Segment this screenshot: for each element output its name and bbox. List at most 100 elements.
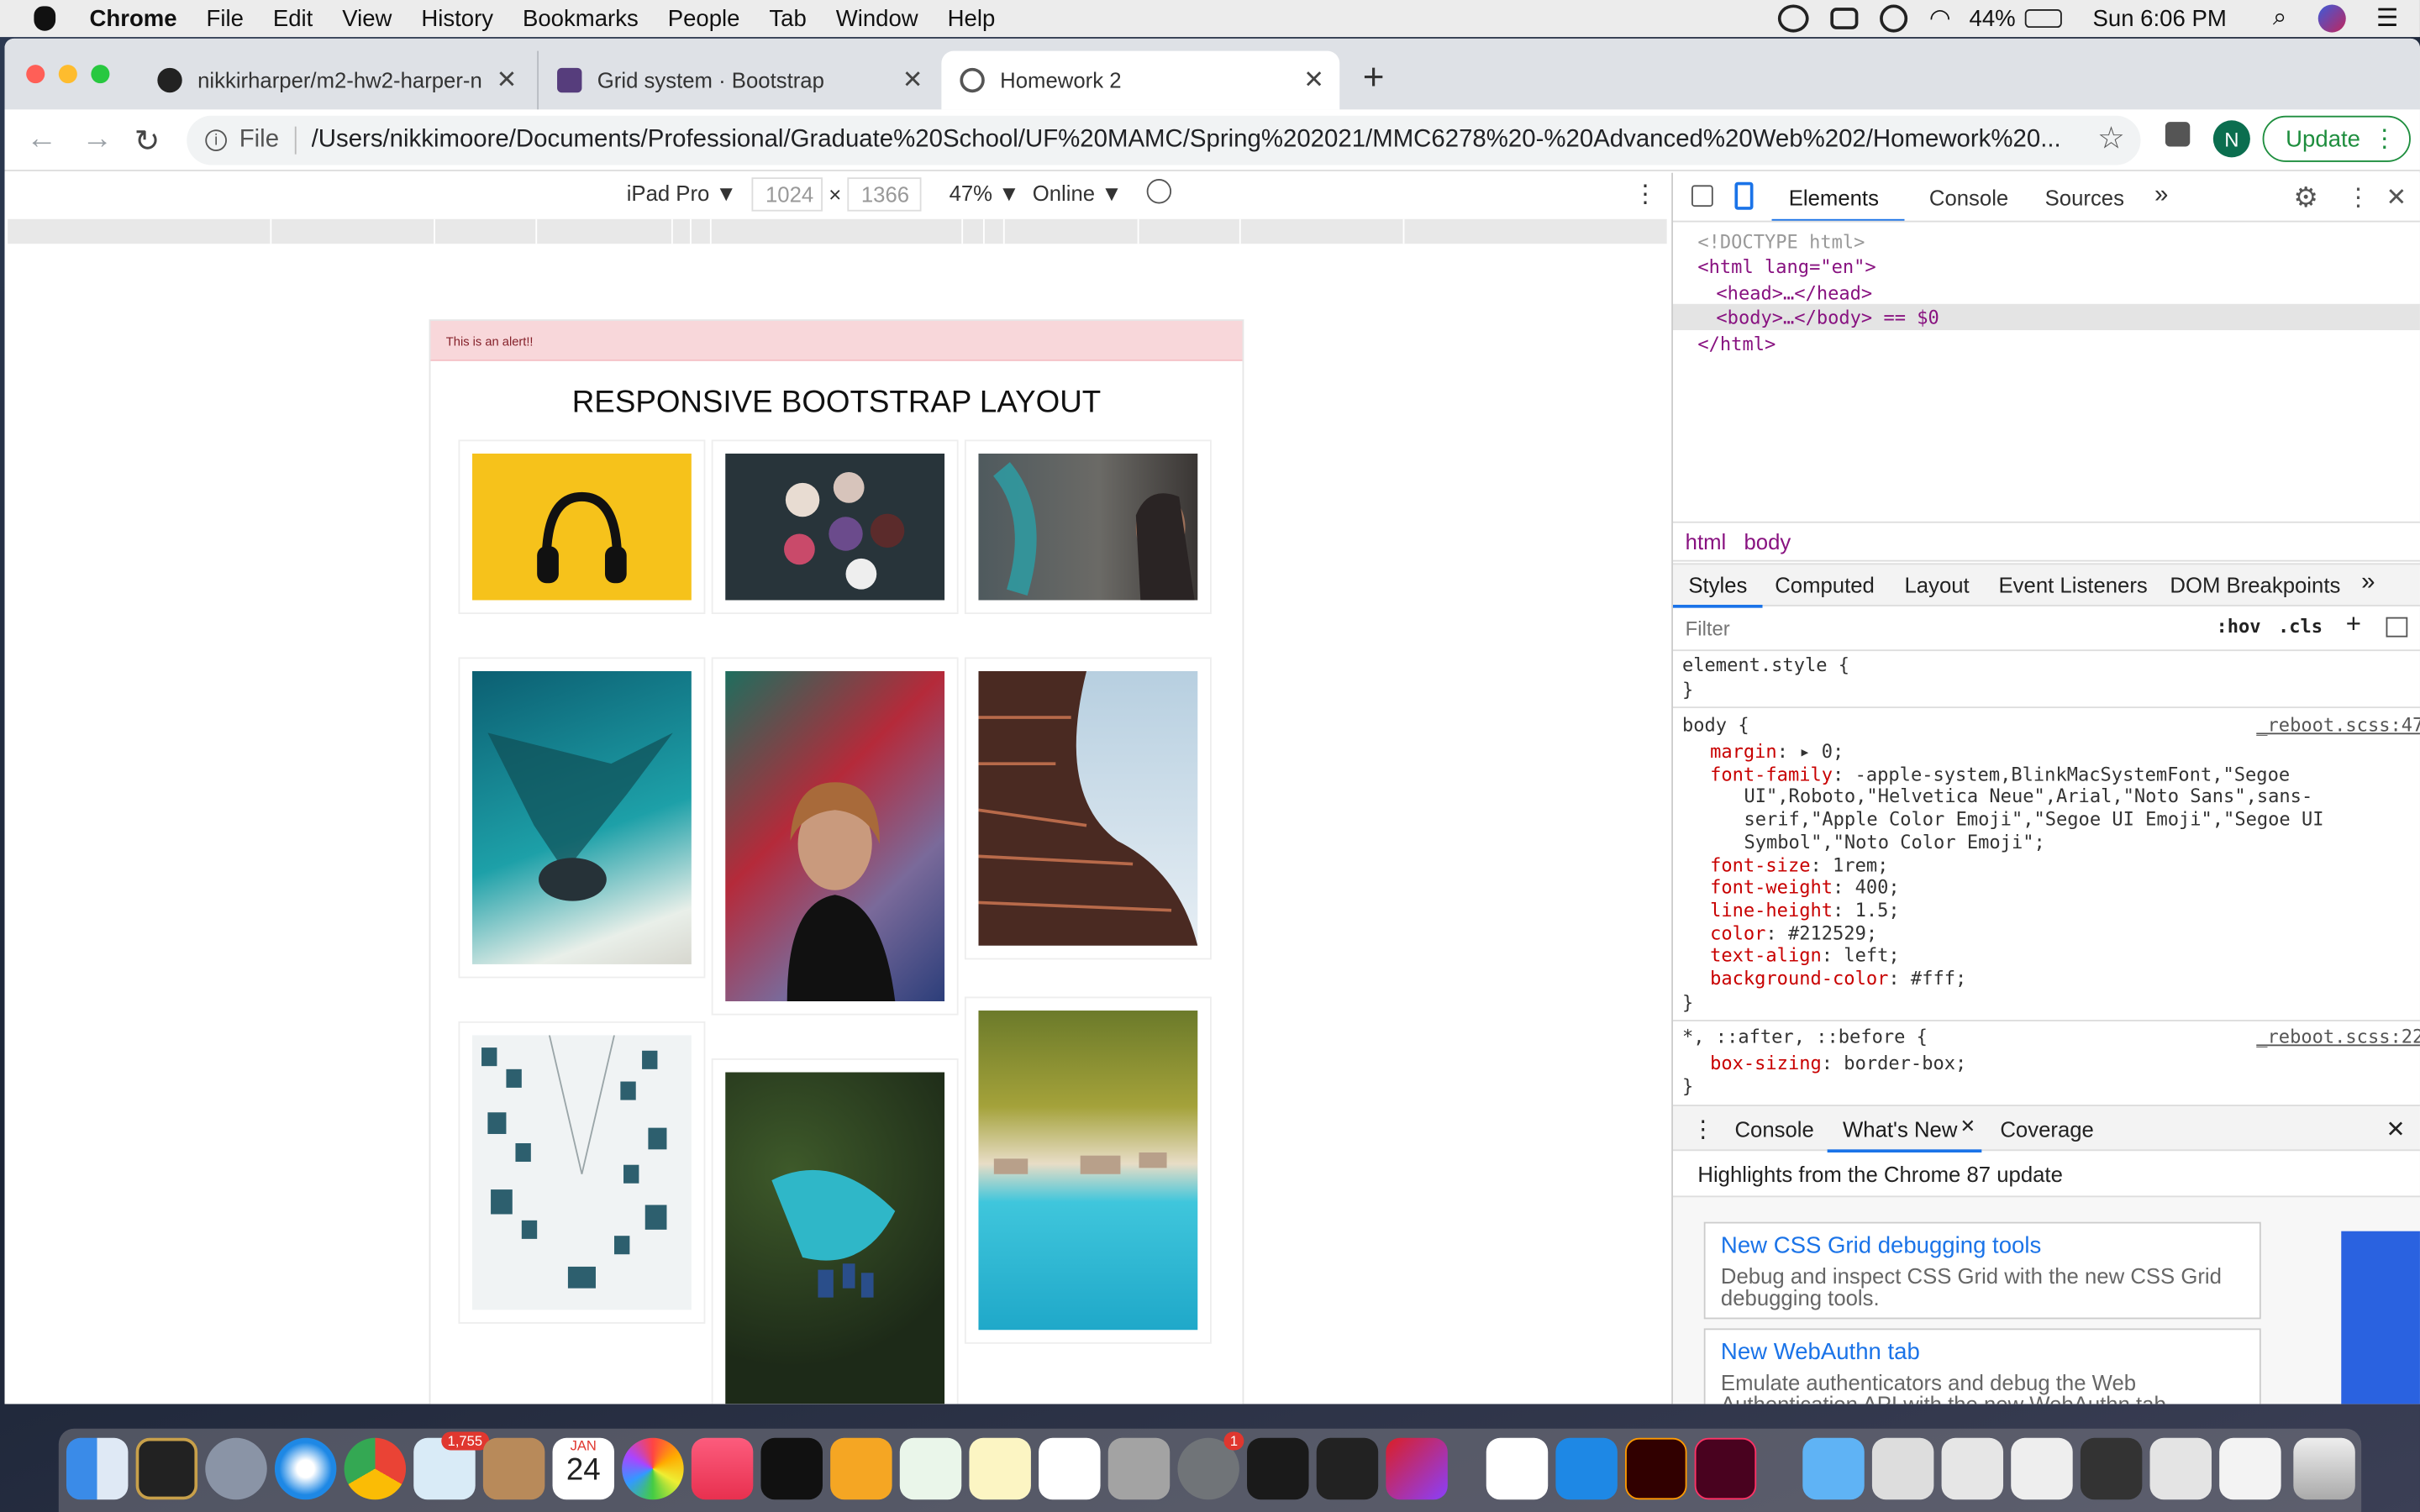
css-declaration[interactable]: margin: ▸ 0; xyxy=(1710,741,1844,763)
tab-elements[interactable]: Elements xyxy=(1789,185,1879,209)
battery-icon[interactable] xyxy=(2024,9,2062,29)
wifi-icon[interactable]: ◠ xyxy=(1929,3,1951,34)
drawer-tab-whats-new[interactable]: What's New xyxy=(1843,1117,1957,1142)
device-width-input[interactable]: 1024 xyxy=(751,177,823,212)
devtools-menu-icon[interactable]: ⋮ xyxy=(2346,182,2370,213)
airplay-icon[interactable] xyxy=(1830,8,1859,29)
css-declaration[interactable]: Symbol","Noto Color Emoji"; xyxy=(1744,832,2044,853)
menu-tab[interactable]: Tab xyxy=(769,5,806,31)
zoom-select[interactable]: 47% ▼ xyxy=(950,181,1020,205)
inspect-element-icon[interactable] xyxy=(1691,185,1713,207)
address-bar[interactable]: i File /Users/nikkimoore/Documents/Profe… xyxy=(187,115,2141,165)
notes-icon[interactable] xyxy=(969,1437,1031,1500)
universal-rule-selector[interactable]: *, ::after, ::before { xyxy=(1682,1026,1928,1047)
device-toolbar-toggle-icon[interactable] xyxy=(1734,181,1754,210)
css-declaration[interactable]: font-weight: 400; xyxy=(1710,877,1900,899)
box-sizing-declaration[interactable]: box-sizing: border-box; xyxy=(1710,1053,1966,1074)
kebab-menu-icon[interactable]: ⋮ xyxy=(2372,123,2396,155)
new-tab-icon[interactable]: + xyxy=(1363,57,1385,100)
breadcrumb-html[interactable]: html xyxy=(1686,529,1727,554)
tab-github[interactable]: nikkirharper/m2-hw2-harper-n ✕ xyxy=(139,51,532,110)
styles-filter-input[interactable] xyxy=(1679,611,2195,645)
dom-body[interactable]: <body>…</body> == $0 xyxy=(1716,307,1939,329)
illustrator-icon[interactable] xyxy=(1625,1437,1687,1500)
notification-center-icon[interactable]: ☰ xyxy=(2376,3,2398,34)
device-height-input[interactable]: 1366 xyxy=(847,177,922,212)
css-declaration[interactable]: serif,"Apple Color Emoji","Segoe UI Emoj… xyxy=(1744,809,2323,831)
hover-state-toggle[interactable]: :hov xyxy=(2217,616,2261,638)
music-icon[interactable] xyxy=(691,1437,754,1500)
device-more-icon[interactable]: ⋮ xyxy=(1633,179,1657,210)
news-card[interactable]: New WebAuthn tab Emulate authenticators … xyxy=(1703,1328,2261,1404)
tab-bootstrap[interactable]: Grid system · Bootstrap ✕ xyxy=(537,50,939,110)
drawer-tab-coverage[interactable]: Coverage xyxy=(2000,1117,2093,1142)
dom-doctype[interactable]: <!DOCTYPE html> xyxy=(1697,232,1865,254)
forward-icon[interactable]: → xyxy=(82,122,113,157)
settings-gear-icon[interactable]: ⚙ xyxy=(2293,182,2318,215)
recent-document-thumbnail[interactable] xyxy=(2011,1437,2073,1500)
indesign-icon[interactable] xyxy=(1694,1437,1757,1500)
acrobat-icon[interactable] xyxy=(1316,1437,1379,1500)
close-devtools-icon[interactable]: ✕ xyxy=(2386,182,2407,213)
creative-cloud-tray-icon[interactable] xyxy=(1777,4,1809,33)
dom-head[interactable]: <head>…</head> xyxy=(1716,282,1872,304)
recent-document-thumbnail[interactable] xyxy=(1941,1437,2004,1500)
sidebar-toggle-icon[interactable] xyxy=(2386,617,2408,638)
body-rule-selector[interactable]: body { xyxy=(1682,714,1749,736)
menu-edit[interactable]: Edit xyxy=(273,5,313,31)
apple-tv-icon[interactable] xyxy=(760,1437,823,1500)
clock[interactable]: Sun 6:06 PM xyxy=(2093,5,2227,31)
close-tab-icon[interactable]: ✕ xyxy=(490,65,518,96)
menu-history[interactable]: History xyxy=(421,5,493,31)
site-info-icon[interactable]: i xyxy=(205,129,227,151)
reload-icon[interactable]: ↻ xyxy=(134,122,160,160)
chrome-icon[interactable] xyxy=(344,1437,407,1500)
folder-icon[interactable] xyxy=(1802,1437,1865,1500)
drawer-tab-console[interactable]: Console xyxy=(1734,1117,1813,1142)
bookmark-star-icon[interactable]: ☆ xyxy=(2097,118,2125,157)
close-drawer-icon[interactable]: ✕ xyxy=(2386,1116,2406,1143)
photos-icon[interactable] xyxy=(622,1437,684,1500)
news-title[interactable]: New CSS Grid debugging tools xyxy=(1721,1233,2244,1259)
tab-styles[interactable]: Styles xyxy=(1688,572,1747,596)
more-tabs-icon[interactable]: » xyxy=(2154,182,2168,210)
tab-computed[interactable]: Computed xyxy=(1775,572,1875,596)
activity-monitor-icon[interactable] xyxy=(135,1437,198,1500)
menu-file[interactable]: File xyxy=(207,5,244,31)
numbers-icon[interactable] xyxy=(899,1437,962,1500)
siri-icon[interactable] xyxy=(2317,4,2346,33)
vscode-icon[interactable] xyxy=(1555,1437,1618,1500)
universal-rule-source-link[interactable]: _reboot.scss:22 xyxy=(2256,1026,2420,1047)
apple-icon[interactable] xyxy=(34,6,56,31)
tab-console[interactable]: Console xyxy=(1929,185,2008,209)
menu-app-name[interactable]: Chrome xyxy=(90,5,177,31)
minimize-window-button[interactable] xyxy=(58,65,77,84)
dom-html-close[interactable]: </html> xyxy=(1697,333,1776,355)
dom-html-open[interactable]: <html lang="en"> xyxy=(1697,256,1876,278)
contacts-icon[interactable] xyxy=(482,1437,545,1500)
terminal-icon[interactable] xyxy=(1247,1437,1309,1500)
element-style-rule[interactable]: element.style { xyxy=(1682,654,1849,676)
launchpad-icon[interactable] xyxy=(205,1437,267,1500)
tab-sources[interactable]: Sources xyxy=(2045,185,2124,209)
tab-dom-breakpoints[interactable]: DOM Breakpoints xyxy=(2170,572,2340,596)
breadcrumb-body[interactable]: body xyxy=(1744,529,1791,554)
tab-layout[interactable]: Layout xyxy=(1904,572,1969,596)
rotate-icon[interactable] xyxy=(1146,179,1172,204)
spotlight-search-icon[interactable]: ⌕ xyxy=(2273,5,2286,33)
tab-event-listeners[interactable]: Event Listeners xyxy=(1999,572,2148,596)
extensions-icon[interactable] xyxy=(2165,122,2191,147)
css-declaration[interactable]: background-color: #fff; xyxy=(1710,968,1966,990)
tab-homework-2[interactable]: Homework 2 ✕ xyxy=(941,50,1340,110)
css-declaration[interactable]: font-size: 1rem; xyxy=(1710,854,1888,876)
slack-icon[interactable] xyxy=(1486,1437,1549,1500)
time-machine-icon[interactable] xyxy=(1880,4,1908,33)
news-title[interactable]: New WebAuthn tab xyxy=(1721,1339,2244,1365)
url-text[interactable]: /Users/nikkimoore/Documents/Professional… xyxy=(312,127,2065,155)
more-style-tabs-icon[interactable]: » xyxy=(2361,570,2375,597)
css-declaration[interactable]: font-family: -apple-system,BlinkMacSyste… xyxy=(1710,764,2290,785)
news-card[interactable]: New CSS Grid debugging tools Debug and i… xyxy=(1703,1221,2261,1320)
drawer-menu-icon[interactable]: ⋮ xyxy=(1691,1116,1715,1143)
recent-document-thumbnail[interactable] xyxy=(2219,1437,2281,1500)
css-declaration[interactable]: UI",Roboto,"Helvetica Neue",Arial,"Noto … xyxy=(1744,786,2312,808)
